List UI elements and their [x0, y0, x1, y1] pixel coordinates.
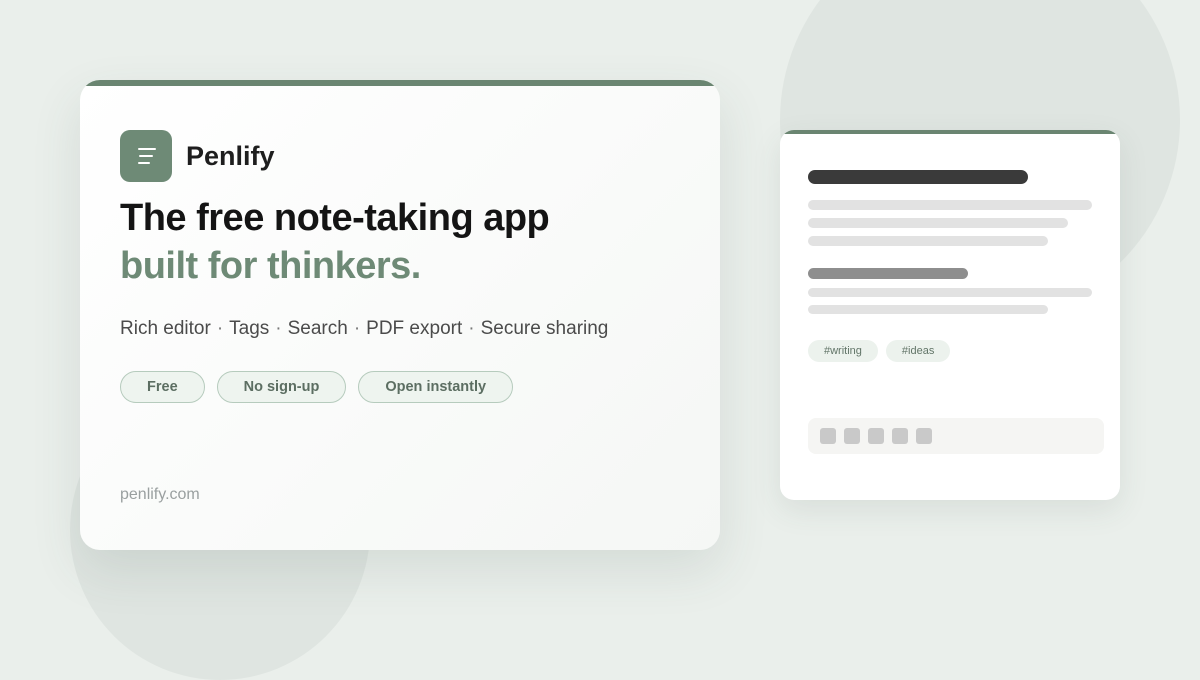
- tool-icon: [916, 428, 932, 444]
- feature-item: Rich editor: [120, 318, 211, 339]
- feature-separator: ·: [216, 318, 224, 339]
- preview-text-line: [808, 218, 1068, 228]
- note-preview-card: #writing #ideas: [780, 130, 1120, 500]
- tool-icon: [868, 428, 884, 444]
- tool-icon: [844, 428, 860, 444]
- headline-line-2: built for thinkers.: [120, 245, 421, 287]
- preview-title-placeholder: [808, 170, 1028, 184]
- headline-line-1: The free note-taking app: [120, 197, 550, 239]
- headline: The free note-taking app built for think…: [120, 194, 700, 290]
- domain-label: penlify.com: [120, 486, 200, 503]
- feature-item: Search: [287, 318, 348, 339]
- preview-tags: #writing #ideas: [808, 340, 951, 362]
- preview-accent-bar: [780, 130, 1120, 134]
- promo-card: Penlify The free note-taking app built f…: [80, 80, 720, 550]
- tag-chip: #writing: [808, 340, 878, 362]
- pill-no-sign-up: No sign-up: [216, 371, 347, 403]
- notes-lines-icon: [120, 130, 172, 182]
- feature-list: Rich editor · Tags · Search · PDF export · Secur…: [120, 318, 608, 340]
- preview-text-line: [808, 200, 1092, 210]
- preview-text-line: [808, 305, 1048, 314]
- card-accent-bar: [80, 80, 720, 86]
- tool-icon: [892, 428, 908, 444]
- pill-row: Free No sign-up Open instantly: [120, 371, 514, 403]
- feature-separator: ·: [353, 318, 361, 339]
- tag-chip: #ideas: [885, 340, 951, 362]
- preview-toolbar: [808, 418, 1104, 454]
- pill-open-instantly: Open instantly: [358, 371, 514, 403]
- preview-text-line: [808, 236, 1048, 246]
- pill-free: Free: [120, 371, 205, 403]
- feature-item: PDF export: [366, 318, 463, 339]
- feature-separator: ·: [468, 318, 475, 339]
- feature-separator: ·: [275, 318, 282, 339]
- preview-text-line: [808, 288, 1092, 297]
- brand-name: Penlify: [186, 140, 275, 171]
- feature-item: Tags: [229, 318, 270, 339]
- tool-icon: [820, 428, 836, 444]
- preview-subheading-placeholder: [808, 268, 968, 279]
- brand-header: Penlify: [120, 130, 275, 182]
- feature-item: Secure sharing: [480, 318, 609, 339]
